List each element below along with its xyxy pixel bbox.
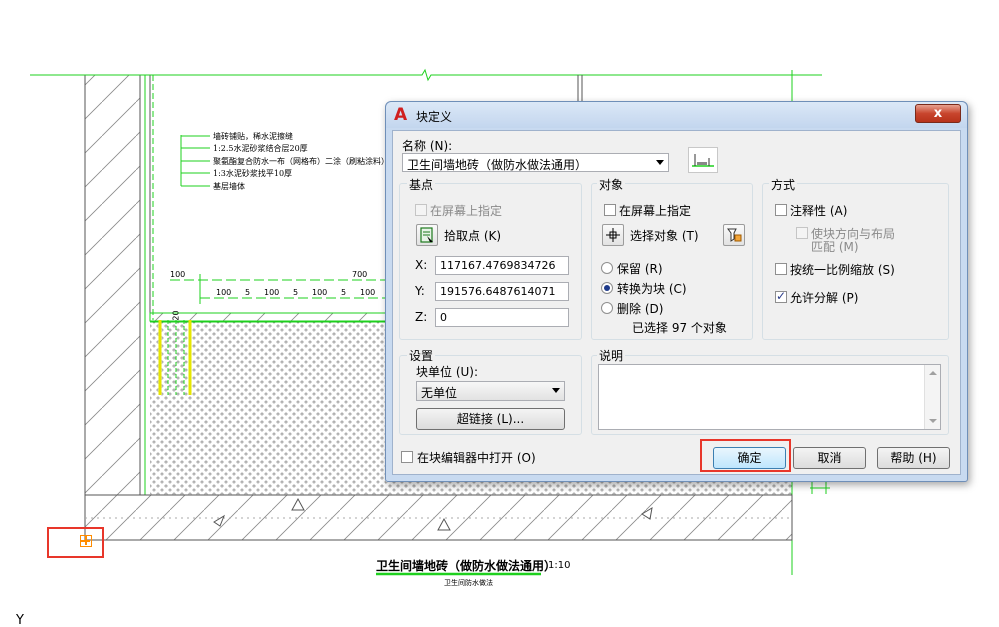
basepoint-specify-onscreen-label: 在屏幕上指定 [430,204,503,218]
insertion-point-icon [80,535,92,547]
block-unit-label: 块单位 (U): [416,365,479,379]
drawing-caption-title: 卫生间墙地砖（做防水做法通用） [376,559,557,573]
quick-select-button[interactable] [723,224,745,246]
objects-group-title: 对象 [597,176,626,193]
basepoint-x-input[interactable]: 117167.4769834726 [435,256,569,275]
ucs-y-axis-label: Y [16,613,24,627]
close-button[interactable]: x [915,104,961,123]
scale-uniformly-checkbox[interactable] [775,263,787,275]
retain-label: 保留 (R) [617,262,663,276]
allow-exploding-checkbox[interactable] [775,289,787,303]
block-unit-select[interactable]: 无单位 [416,381,565,401]
basepoint-z-input[interactable]: 0 [435,308,569,327]
objects-specify-onscreen-checkbox[interactable] [604,204,616,216]
pick-point-button[interactable] [416,224,438,246]
select-objects-button[interactable] [602,224,624,246]
autocad-logo-icon: A [394,105,408,125]
behavior-group-title: 方式 [769,176,798,193]
x-label: X: [415,258,428,272]
objects-specify-onscreen-label: 在屏幕上指定 [619,204,692,218]
open-in-editor-checkbox[interactable] [401,451,413,463]
hyperlink-button[interactable]: 超链接 (L)... [416,408,565,430]
z-label: Z: [415,310,428,324]
allow-exploding-label: 允许分解 (P) [790,291,859,305]
floor-finish [149,312,387,322]
block-preview-icon [688,147,718,173]
dimension-label: 100 [312,288,328,297]
wall-hatch [85,75,140,495]
note-text: 1:2.5水泥砂浆结合层20厚 [213,144,308,153]
cancel-button[interactable]: 取消 [793,447,866,469]
chevron-down-icon [552,388,560,393]
ok-button-highlight-box [700,439,791,472]
description-group-title: 说明 [597,347,626,364]
note-text: 墙砖铺贴，稀水泥擦缝 [213,132,293,141]
basepoint-y-input[interactable]: 191576.6487614071 [435,282,569,301]
note-text: 1:3水泥砂浆找平10厚 [213,169,293,178]
convert-to-block-label: 转换为块 (C) [617,282,687,296]
description-textarea[interactable] [598,364,941,430]
dialog-client-area: 名称 (N): 卫生间墙地砖（做防水做法通用） 基点 在屏幕上指定 拾取点 (K… [392,130,961,475]
highlight-box [47,527,104,558]
dimension-label: 700 [352,270,368,279]
settings-group-title: 设置 [407,347,436,364]
pick-point-label: 拾取点 (K) [444,229,502,243]
name-label: 名称 (N): [402,139,453,153]
dimension-label: 20 [171,310,181,321]
convert-to-block-radio[interactable] [601,282,613,294]
match-orientation-checkbox[interactable] [796,227,808,239]
floor-fill-right [385,482,792,495]
retain-radio[interactable] [601,262,613,274]
description-scrollbar[interactable] [924,365,940,429]
note-text: 基层墙体 [213,182,245,191]
delete-label: 删除 (D) [617,302,664,316]
delete-radio[interactable] [601,302,613,314]
open-in-editor-label: 在块编辑器中打开 (O) [417,451,536,465]
basepoint-group-title: 基点 [407,176,436,193]
section-top-line [30,68,822,82]
dimension-label: 100 [170,270,186,279]
dialog-titlebar[interactable]: A 块定义 x [386,102,967,128]
dialog-title: 块定义 [416,110,453,124]
annotative-label: 注释性 (A) [790,204,848,218]
block-unit-value: 无单位 [421,386,458,400]
selected-count-text: 已选择 97 个对象 [632,321,727,335]
annotative-checkbox[interactable] [775,204,787,216]
chevron-down-icon [656,160,664,165]
select-objects-label: 选择对象 (T) [630,229,699,243]
basepoint-specify-onscreen-checkbox[interactable] [415,204,427,216]
scroll-up-icon[interactable] [929,371,937,375]
match-orientation-label-2: 匹配 (M) [811,240,859,254]
dimension-label: 100 [360,288,376,297]
dimension-label: 5 [293,288,299,297]
help-button[interactable]: 帮助 (H) [877,447,950,469]
drawing-caption-subtitle: 卫生间防水做法 [444,579,493,587]
drawing-caption-scale: 1:10 [548,560,571,571]
dimension-label: 100 [216,288,232,297]
block-definition-dialog: A 块定义 x 名称 (N): 卫生间墙地砖（做防水做法通用） 基点 在屏幕上指… [385,101,968,482]
block-name-value: 卫生间墙地砖（做防水做法通用） [407,158,588,172]
dimension-label: 5 [341,288,347,297]
y-label: Y: [415,284,425,298]
block-name-combobox[interactable]: 卫生间墙地砖（做防水做法通用） [402,153,669,172]
floor-fill [150,322,386,495]
dimension-label: 5 [245,288,251,297]
dimension-label: 100 [264,288,280,297]
scroll-down-icon[interactable] [929,419,937,423]
scale-uniformly-label: 按统一比例缩放 (S) [790,263,895,277]
